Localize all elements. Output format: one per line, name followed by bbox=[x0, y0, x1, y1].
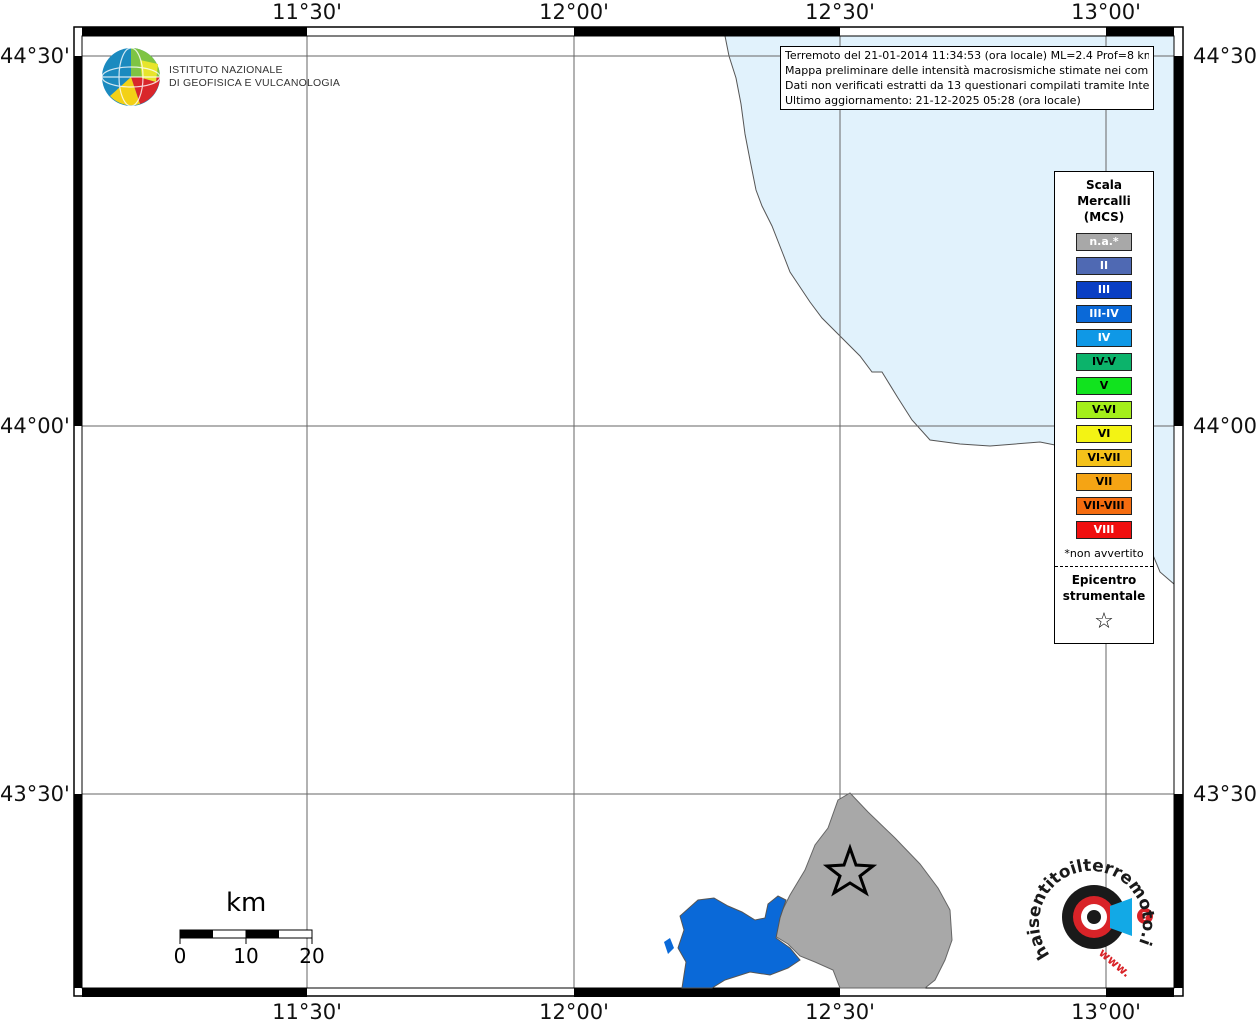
lat-label-right: 44°00' bbox=[1193, 414, 1256, 438]
legend-divider bbox=[1055, 566, 1153, 567]
legend-swatch: III-IV bbox=[1076, 305, 1132, 323]
legend-swatch: n.a.* bbox=[1076, 233, 1132, 251]
legend-swatch: VII bbox=[1076, 473, 1132, 491]
legend-swatch: IV-V bbox=[1076, 353, 1132, 371]
lon-label-top: 13°00' bbox=[1071, 0, 1141, 24]
legend-swatch: VI bbox=[1076, 425, 1132, 443]
hsit-www-text: www. bbox=[1096, 946, 1133, 981]
legend-title-line: Mercalli bbox=[1077, 194, 1131, 208]
legend-epi-line: Epicentro bbox=[1071, 573, 1137, 587]
lat-label-left: 44°30' bbox=[0, 44, 70, 68]
mcs-legend: Scala Mercalli (MCS) n.a.* II III III-IV IV I… bbox=[1054, 171, 1154, 644]
ingv-logo bbox=[101, 47, 161, 107]
lat-label-right: 44°30' bbox=[1193, 44, 1256, 68]
legend-swatch: VIII bbox=[1076, 521, 1132, 539]
legend-swatch: VII-VIII bbox=[1076, 497, 1132, 515]
event-line-4: Ultimo aggiornamento: 21-12-2025 05:28 (… bbox=[785, 94, 1081, 107]
legend-title: Scala Mercalli (MCS) bbox=[1055, 177, 1153, 225]
municipality-iii-iv bbox=[677, 895, 801, 989]
lon-label-bottom: 13°00' bbox=[1071, 1000, 1141, 1024]
legend-swatch: IV bbox=[1076, 329, 1132, 347]
event-line-2: Mappa preliminare delle intensità macros… bbox=[785, 64, 1149, 77]
lat-label-left: 43°30' bbox=[0, 782, 70, 806]
scale-bar bbox=[179, 929, 313, 944]
legend-star-icon: ☆ bbox=[1094, 609, 1114, 634]
scale-tick-label: 10 bbox=[233, 944, 259, 968]
lon-label-bottom: 12°00' bbox=[539, 1000, 609, 1024]
event-info-box: Terremoto del 21-01-2014 11:34:53 (ora l… bbox=[780, 46, 1154, 110]
lon-label-top: 11°30' bbox=[272, 0, 342, 24]
legend-title-line: Scala bbox=[1085, 178, 1123, 192]
lon-label-top: 12°00' bbox=[539, 0, 609, 24]
legend-title-line: (MCS) bbox=[1083, 210, 1125, 224]
legend-swatch: V bbox=[1076, 377, 1132, 395]
scale-unit: km bbox=[226, 888, 267, 918]
legend-swatch: III bbox=[1076, 281, 1132, 299]
legend-swatch: II bbox=[1076, 257, 1132, 275]
legend-swatch: VI-VII bbox=[1076, 449, 1132, 467]
lon-label-top: 12°30' bbox=[805, 0, 875, 24]
lon-label-bottom: 12°30' bbox=[805, 1000, 875, 1024]
legend-epicenter-label: Epicentro strumentale bbox=[1055, 572, 1153, 604]
legend-swatches: n.a.* II III III-IV IV IV-V V V-VI VI VI-VII VII VI… bbox=[1055, 233, 1153, 539]
scale-tick-label: 20 bbox=[299, 944, 325, 968]
ingv-line-2: DI GEOFISICA E VULCANOLOGIA bbox=[169, 77, 341, 89]
legend-note: *non avvertito bbox=[1064, 547, 1144, 560]
event-line-1: Terremoto del 21-01-2014 11:34:53 (ora l… bbox=[785, 49, 1149, 62]
scale-tick-label: 0 bbox=[173, 944, 187, 968]
ingv-logo-text: ISTITUTO NAZIONALE DI GEOFISICA E VULCAN… bbox=[169, 64, 340, 90]
ingv-line-1: ISTITUTO NAZIONALE bbox=[169, 64, 283, 76]
legend-swatch: V-VI bbox=[1076, 401, 1132, 419]
event-line-3: Dati non verificati estratti da 13 quest… bbox=[785, 79, 1149, 92]
legend-epi-line: strumentale bbox=[1062, 589, 1146, 603]
lat-label-left: 44°00' bbox=[0, 414, 70, 438]
lat-label-right: 43°30' bbox=[1193, 782, 1256, 806]
lon-label-bottom: 11°30' bbox=[272, 1000, 342, 1024]
islet bbox=[664, 938, 674, 954]
